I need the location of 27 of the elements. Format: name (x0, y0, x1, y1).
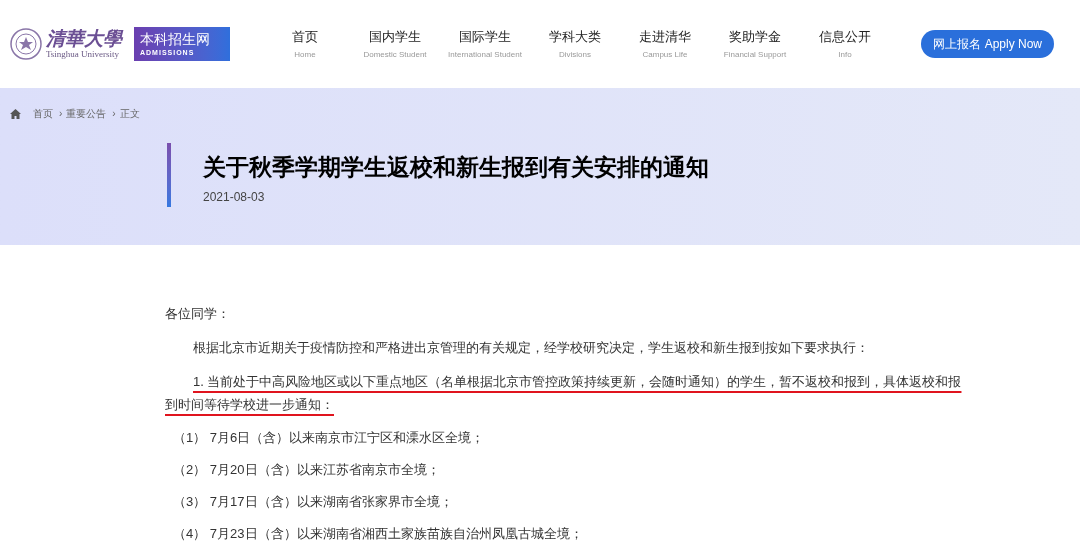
nav-link[interactable]: 奖助学金 Financial Support (710, 27, 800, 61)
nav-link[interactable]: 首页 Home (260, 27, 350, 61)
list-item-text: （2） 7月20日（含）以来江苏省南京市全境； (172, 461, 441, 479)
breadcrumb-link[interactable]: 重要公告 (66, 106, 107, 121)
article-date: 2021-08-03 (203, 188, 266, 206)
greeting-text: 各位同学： (165, 305, 231, 323)
accent-bar (167, 143, 171, 207)
list-item-text: （4） 7月23日（含）以来湖南省湘西土家族苗族自治州凤凰古城全境； (172, 525, 584, 543)
apply-button[interactable]: 网上报名 Apply Now (921, 30, 1054, 58)
nav-link[interactable]: 学科大类 Divisions (530, 27, 620, 61)
seal-icon (10, 28, 42, 60)
breadcrumb-link[interactable]: 首页 (33, 106, 53, 121)
home-icon[interactable] (10, 108, 21, 119)
nav-link[interactable]: 走进清华 Campus Life (620, 27, 710, 61)
nav-link[interactable]: 国内学生 Domestic Student (350, 27, 440, 61)
article-title: 关于秋季学期学生返校和新生报到有关安排的通知 (203, 153, 709, 182)
logo-text: 清華大學 (46, 29, 122, 48)
breadcrumb-separator: › (59, 107, 63, 121)
breadcrumb-link[interactable]: 正文 (119, 106, 140, 121)
nav-link[interactable]: 信息公开 Info (800, 27, 890, 61)
nav-link[interactable]: 国际学生 International Student (440, 27, 530, 61)
article-paragraph: 根据北京市近期关于疫情防控和严格进出京管理的有关规定，经学校研究决定，学生返校和新生报到按如下要求执行： (192, 339, 870, 357)
list-item-text: （3） 7月17日（含）以来湖南省张家界市全境； (172, 493, 454, 511)
list-item-text: （1） 7月6日（含）以来南京市江宁区和溧水区全境； (172, 429, 486, 447)
breadcrumb-separator: › (112, 107, 116, 121)
article-paragraph: 1. 当前处于中高风险地区或以下重点地区（名单根据北京市管控政策持续更新，会随时通知）的学生，暂不返校和报到，具体返校和报到时间等待学校进一步通知： (165, 373, 963, 414)
logo-subtitle: Tsinghua University (46, 50, 121, 59)
